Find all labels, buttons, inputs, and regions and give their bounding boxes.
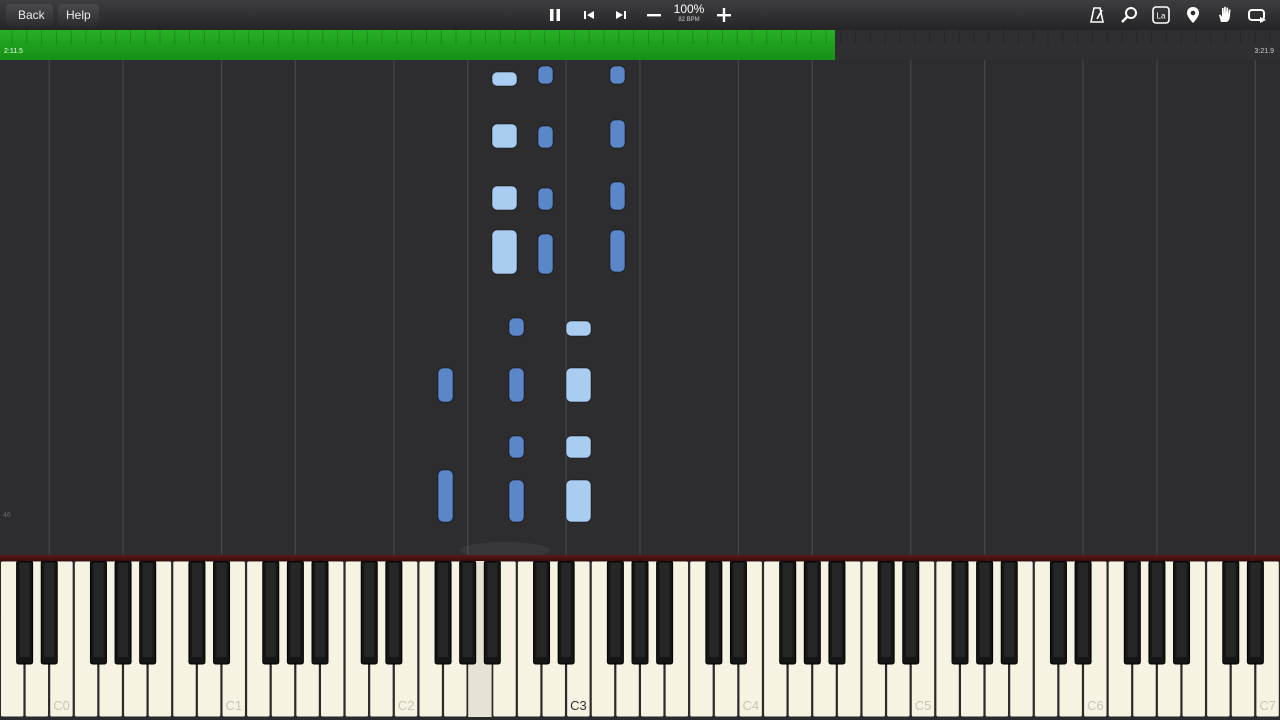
note-left-hand — [437, 367, 454, 403]
measure-number: 46 — [3, 512, 11, 519]
black-key-shine — [191, 563, 202, 657]
black-key-shine — [388, 563, 399, 657]
minus-icon[interactable] — [643, 4, 665, 26]
total-time: 3:21.9 — [1254, 48, 1274, 55]
octave-label: C3 — [570, 698, 587, 713]
octave-label: C5 — [915, 698, 932, 713]
song-progress-bar[interactable] — [0, 30, 1280, 60]
note-left-hand — [537, 65, 554, 85]
note-right-hand — [565, 320, 592, 337]
hand-icon[interactable] — [1214, 4, 1236, 26]
skip-back-icon[interactable] — [578, 4, 600, 26]
black-key-shine — [610, 563, 621, 657]
piano-keyboard[interactable]: C0 C1 C2 C3 C4 C5 C6 C7 — [0, 561, 1280, 720]
loop-icon[interactable] — [1246, 4, 1268, 26]
black-key-shine — [290, 563, 301, 657]
black-key-shine — [1250, 563, 1261, 657]
black-key-shine — [635, 563, 645, 657]
black-key-shine — [1176, 563, 1187, 657]
note-right-hand — [491, 71, 518, 87]
pause-icon[interactable] — [544, 4, 566, 26]
black-key-shine — [905, 563, 916, 657]
skip-forward-icon[interactable] — [610, 4, 632, 26]
black-key-shine — [315, 563, 325, 657]
note-right-hand — [565, 367, 592, 403]
black-key-shine — [1127, 563, 1138, 657]
location-pin-icon[interactable] — [1182, 4, 1204, 26]
octave-label: C2 — [398, 698, 415, 713]
octave-label: C6 — [1087, 698, 1104, 713]
label-icon[interactable]: La — [1150, 4, 1172, 26]
toolbar: Back Help 100% 82 BPM La — [0, 0, 1280, 30]
note-left-hand — [508, 317, 525, 337]
metronome-icon[interactable] — [1086, 4, 1108, 26]
elapsed-time: 2:11.5 — [4, 48, 23, 55]
back-button[interactable]: Back — [6, 4, 53, 26]
black-key-shine — [1151, 563, 1162, 657]
black-key-shine — [44, 563, 55, 657]
note-left-hand — [537, 125, 554, 149]
black-key-shine — [19, 563, 30, 657]
black-key-shine — [536, 563, 547, 657]
black-key-shine — [708, 563, 719, 657]
note-left-hand — [537, 187, 554, 211]
black-key-shine — [438, 563, 449, 657]
octave-label: C4 — [742, 698, 759, 713]
black-key-shine — [1225, 563, 1236, 657]
piano-roll — [0, 60, 1280, 556]
key-glow — [460, 542, 550, 556]
zoom-level: 100% — [673, 2, 705, 16]
note-lanes — [48, 60, 1257, 556]
search-icon[interactable] — [1118, 4, 1140, 26]
black-key-shine — [93, 563, 104, 657]
black-key-shine — [979, 563, 990, 657]
note-left-hand — [508, 435, 525, 459]
black-key-shine — [216, 563, 227, 657]
note-left-hand — [437, 469, 454, 523]
black-key-shine — [881, 563, 892, 657]
progress-ticks — [11, 30, 1271, 44]
note-left-hand — [537, 233, 554, 275]
plus-icon[interactable] — [713, 4, 735, 26]
note-left-hand — [609, 181, 626, 211]
piano-keys: C0 C1 C2 C3 C4 C5 C6 C7 — [0, 561, 1280, 718]
note-left-hand — [508, 367, 525, 403]
black-key-shine — [1053, 563, 1064, 657]
octave-label: C7 — [1259, 698, 1276, 713]
help-button[interactable]: Help — [58, 4, 99, 26]
note-right-hand — [491, 185, 518, 211]
black-key-shine — [561, 563, 572, 657]
black-key-shine — [1078, 563, 1089, 657]
black-key-shine — [142, 563, 153, 657]
black-key-shine — [807, 563, 818, 657]
note-left-hand — [609, 65, 626, 85]
note-left-hand — [508, 479, 525, 523]
black-key-shine — [265, 563, 276, 657]
octave-label: C0 — [53, 698, 70, 713]
black-key-shine — [733, 563, 744, 657]
black-key-shine — [659, 563, 670, 657]
note-right-hand — [491, 123, 518, 149]
octave-label: C1 — [226, 698, 243, 713]
tempo-readout: 82 BPM — [678, 17, 700, 23]
black-key-shine — [364, 563, 375, 657]
note-right-hand — [491, 229, 518, 275]
note-left-hand — [609, 119, 626, 149]
note-left-hand — [609, 229, 626, 273]
label-icon-text: La — [1157, 12, 1166, 21]
black-key-shine — [118, 563, 129, 657]
black-key-shine — [1004, 563, 1015, 657]
black-key-shine — [782, 563, 793, 657]
black-key-shine — [955, 563, 965, 657]
note-right-hand — [565, 435, 592, 459]
black-key-shine — [831, 563, 842, 657]
black-key-shine — [487, 563, 498, 657]
note-right-hand — [565, 479, 592, 523]
black-key-shine — [462, 563, 473, 657]
